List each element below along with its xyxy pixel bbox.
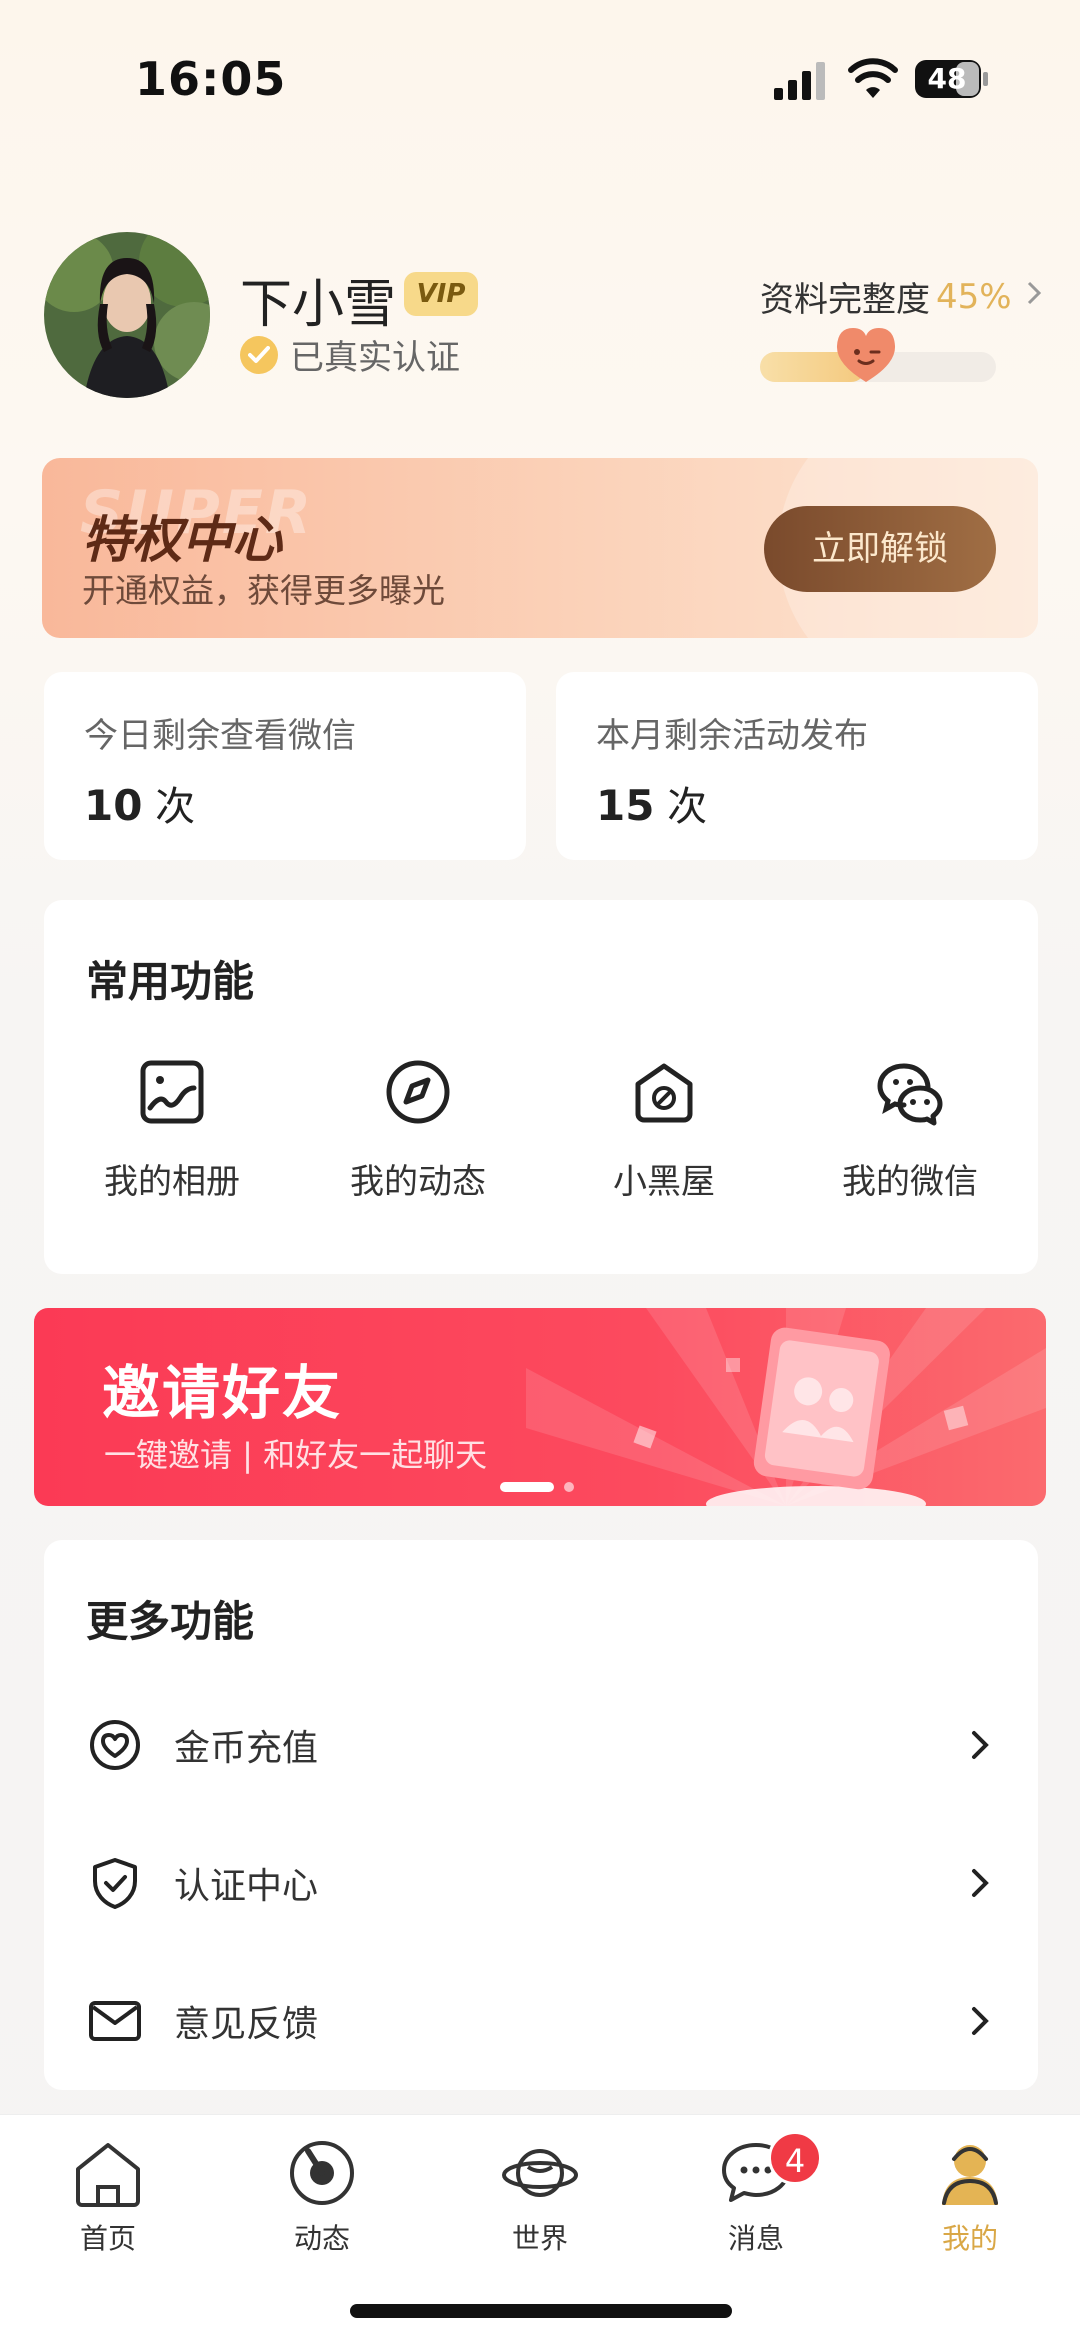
tab-home[interactable]: 首页: [38, 2137, 178, 2257]
wifi-icon: [848, 58, 898, 98]
privilege-title: 特权中心: [82, 511, 282, 569]
quota-count: 15: [596, 781, 655, 830]
quota-unit: 次: [155, 784, 196, 830]
album-icon: [140, 1060, 204, 1124]
quota-value: 15 次: [596, 774, 707, 832]
signal-icon: [774, 62, 825, 100]
wechat-icon: [877, 1063, 943, 1126]
func-label: 小黑屋: [613, 1162, 715, 1202]
heart-coin-icon: [90, 1720, 140, 1770]
unlock-button[interactable]: 立即解锁: [764, 506, 996, 592]
row-label: 金币充值: [174, 1728, 319, 1769]
verified-label: 已真实认证: [290, 338, 460, 378]
tab-dynamic[interactable]: 动态: [252, 2137, 392, 2257]
section-title: 更多功能: [86, 1597, 255, 1646]
blocked-house-icon: [635, 1063, 693, 1123]
my-dynamics-button[interactable]: 我的动态: [308, 1058, 528, 1203]
row-label: 认证中心: [174, 1866, 319, 1907]
privilege-center-banner[interactable]: SUPER 特权中心 开通权益，获得更多曝光 立即解锁: [42, 458, 1038, 638]
privilege-subtitle: 开通权益，获得更多曝光: [82, 571, 445, 610]
func-label: 我的动态: [350, 1162, 486, 1202]
completeness-percent: 45%: [936, 276, 1012, 317]
carousel-indicator: [500, 1482, 574, 1492]
user-name: 下小雪: [240, 275, 397, 335]
coin-recharge-row[interactable]: 金币充值: [44, 1690, 1038, 1800]
profile-icon: [942, 2145, 998, 2205]
shield-check-icon: [93, 1858, 137, 1909]
wechat-view-quota-card: 今日剩余查看微信 10 次: [44, 672, 526, 860]
profile-completeness[interactable]: 资料完整度 45%: [760, 272, 1042, 321]
check-icon: [240, 335, 278, 374]
carousel-dot-active: [500, 1482, 554, 1492]
carousel-dot: [564, 1482, 574, 1492]
unread-badge: 4: [768, 2131, 822, 2185]
status-time: 16:05: [135, 52, 287, 106]
common-functions-section: 常用功能 我的相册 我的动态 小黑屋 我的微信: [44, 900, 1038, 1274]
tab-label: 消息: [727, 2222, 784, 2255]
avatar[interactable]: [44, 232, 210, 398]
quota-count: 10: [84, 781, 143, 830]
func-label: 我的微信: [842, 1162, 978, 1202]
vip-badge: VIP: [404, 272, 478, 316]
battery-level: 48: [927, 62, 967, 95]
tab-label: 我的: [941, 2222, 998, 2255]
my-album-button[interactable]: 我的相册: [62, 1058, 282, 1203]
tab-label: 世界: [511, 2222, 568, 2255]
completeness-progress-bar: [760, 328, 996, 382]
dynamic-icon: [290, 2141, 354, 2205]
heart-face-icon: [837, 328, 896, 382]
section-title: 常用功能: [86, 957, 255, 1006]
more-functions-section: 更多功能 金币充值 认证中心 意见反馈: [44, 1540, 1038, 2090]
vip-badge-label: VIP: [416, 279, 466, 309]
completeness-label: 资料完整度: [760, 280, 930, 320]
chevron-right-icon: [972, 2007, 989, 2035]
feedback-row[interactable]: 意见反馈: [44, 1966, 1038, 2076]
compass-icon: [386, 1060, 450, 1124]
quota-value: 10 次: [84, 774, 195, 832]
verification-center-row[interactable]: 认证中心: [44, 1828, 1038, 1938]
tab-profile[interactable]: 我的: [900, 2137, 1040, 2257]
chevron-right-icon: [972, 1869, 989, 1897]
chevron-right-icon: [1026, 279, 1042, 314]
activity-publish-quota-card: 本月剩余活动发布 15 次: [556, 672, 1038, 860]
tab-world[interactable]: 世界: [470, 2137, 610, 2257]
my-wechat-button[interactable]: 我的微信: [800, 1058, 1020, 1203]
blacklist-button[interactable]: 小黑屋: [554, 1058, 774, 1203]
quota-label: 本月剩余活动发布: [596, 716, 868, 756]
quota-unit: 次: [667, 784, 708, 830]
battery-icon: 48: [914, 58, 990, 100]
invite-illustration: [526, 1308, 1046, 1506]
invite-title: 邀请好友: [102, 1359, 343, 1427]
invite-subtitle: 一键邀请 | 和好友一起聊天: [104, 1436, 488, 1474]
home-icon: [76, 2143, 140, 2207]
quota-label: 今日剩余查看微信: [84, 716, 356, 756]
verified-status: 已真实认证: [240, 330, 460, 379]
mail-icon: [89, 2001, 141, 2041]
tab-messages[interactable]: 消息 4: [686, 2131, 826, 2257]
func-label: 我的相册: [104, 1162, 240, 1202]
row-label: 意见反馈: [174, 2004, 319, 2045]
invite-friends-banner[interactable]: 邀请好友 一键邀请 | 和好友一起聊天: [34, 1308, 1046, 1506]
tab-label: 动态: [293, 2222, 350, 2255]
home-indicator: [350, 2304, 732, 2318]
planet-icon: [502, 2149, 578, 2197]
chevron-right-icon: [972, 1731, 989, 1759]
tab-label: 首页: [79, 2222, 136, 2255]
